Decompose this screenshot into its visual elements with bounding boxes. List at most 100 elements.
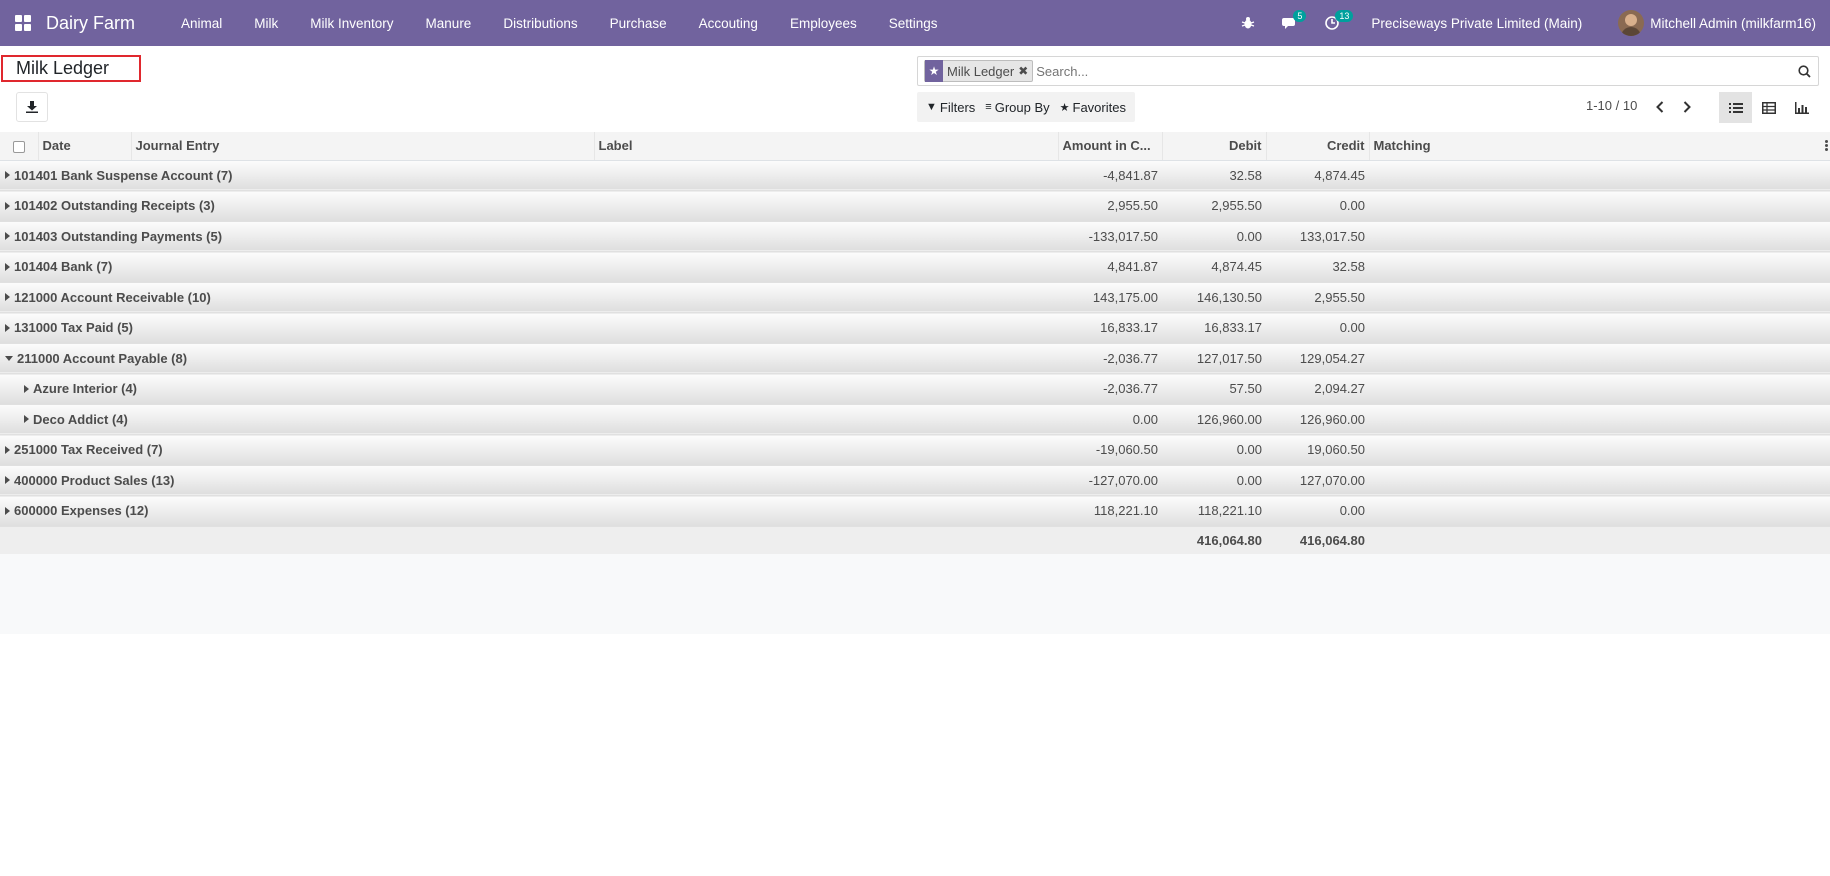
column-header-date[interactable]: Date: [38, 132, 132, 161]
company-switcher[interactable]: Preciseways Private Limited (Main): [1371, 16, 1582, 31]
filters-label: Filters: [939, 99, 976, 115]
subgroup-row[interactable]: Azure Interior (4) -2,036.77 57.50 2,094.27: [0, 373, 1830, 405]
user-menu[interactable]: Mitchell Admin (milkfarm16): [1618, 10, 1816, 36]
group-credit: 19,060.50: [1266, 434, 1369, 466]
group-debit: 16,833.17: [1162, 312, 1266, 344]
group-name-cell: 251000 Tax Received (7): [0, 434, 1058, 466]
group-name-cell: 211000 Account Payable (8): [0, 343, 1058, 374]
search-bar: ★ Milk Ledger ✖: [917, 56, 1819, 86]
group-row[interactable]: 131000 Tax Paid (5) 16,833.17 16,833.17 0.0…: [0, 312, 1830, 344]
menu-item-accouting[interactable]: Accouting: [683, 16, 774, 31]
caret-right-icon: [5, 323, 10, 332]
column-header-matching[interactable]: Matching: [1369, 132, 1830, 161]
menu-item-employees[interactable]: Employees: [774, 16, 873, 31]
group-credit: 127,070.00: [1266, 465, 1369, 496]
group-name: Azure Interior (4): [33, 381, 138, 397]
menu-item-animal[interactable]: Animal: [165, 16, 238, 31]
select-all-cell: [0, 132, 39, 161]
app-brand[interactable]: Dairy Farm: [46, 13, 135, 34]
pager-previous-button[interactable]: [1649, 96, 1671, 118]
group-row[interactable]: 101403 Outstanding Payments (5) -133,017.…: [0, 221, 1830, 252]
table-footer-totals: 416,064.80 416,064.80: [0, 526, 1830, 554]
group-row[interactable]: 600000 Expenses (12) 118,221.10 118,221.10…: [0, 495, 1830, 527]
group-amount-currency: 16,833.17: [1058, 312, 1162, 344]
search-input[interactable]: [1036, 58, 1790, 84]
caret-right-icon: [5, 445, 10, 454]
caret-right-icon: [5, 293, 10, 302]
menu-item-manure[interactable]: Manure: [410, 16, 488, 31]
group-credit: 133,017.50: [1266, 221, 1369, 252]
group-matching: [1369, 251, 1830, 283]
group-amount-currency: -4,841.87: [1058, 160, 1162, 191]
search-button[interactable]: [1790, 57, 1818, 85]
filters-button[interactable]: ▼ Filters: [921, 92, 980, 122]
group-matching: [1369, 373, 1830, 405]
menu-item-milk[interactable]: Milk: [238, 16, 294, 31]
search-facet: ★ Milk Ledger ✖: [924, 60, 1034, 82]
app-menu-button[interactable]: [0, 0, 46, 46]
column-header-credit[interactable]: Credit: [1266, 132, 1370, 161]
pager-next-button[interactable]: [1676, 96, 1698, 118]
column-header-journal-entry[interactable]: Journal Entry: [131, 132, 595, 161]
caret-right-icon: [24, 415, 29, 424]
group-credit: 0.00: [1266, 312, 1369, 344]
navbar-systray: 5 13 Preciseways Private Limited (Main) …: [1227, 0, 1830, 46]
table-icon: [1761, 101, 1776, 114]
chevron-right-icon: [1683, 101, 1691, 113]
list-view-button[interactable]: [1719, 92, 1752, 123]
activities-button[interactable]: 13: [1317, 0, 1354, 46]
menu-item-settings[interactable]: Settings: [873, 16, 954, 31]
group-name: 101401 Bank Suspense Account (7): [14, 167, 233, 183]
group-name: 101402 Outstanding Receipts (3): [14, 198, 215, 214]
search-options: ▼ Filters ≡ Group By ★ Favorites: [917, 92, 1135, 122]
favorite-star-icon: ★: [1059, 101, 1070, 114]
group-credit: 2,955.50: [1266, 282, 1369, 313]
group-row[interactable]: 101401 Bank Suspense Account (7) -4,841.8…: [0, 160, 1830, 191]
table-header-row: Date Journal Entry Label Amount in C... …: [0, 132, 1830, 161]
group-amount-currency: -133,017.50: [1058, 221, 1162, 252]
column-header-matching-label: Matching: [1373, 138, 1431, 154]
export-button[interactable]: [16, 92, 48, 122]
group-amount-currency: -127,070.00: [1058, 465, 1162, 496]
group-debit: 32.58: [1162, 160, 1266, 191]
column-header-label[interactable]: Label: [594, 132, 1059, 161]
caret-down-icon: [5, 355, 13, 361]
list-view: Date Journal Entry Label Amount in C... …: [0, 132, 1830, 554]
footer-spacer: [0, 526, 1162, 554]
subgroup-row[interactable]: Deco Addict (4) 0.00 126,960.00 126,960.00: [0, 404, 1830, 435]
menu-item-distributions[interactable]: Distributions: [487, 16, 593, 31]
remove-facet-icon[interactable]: ✖: [1018, 64, 1032, 78]
group-name: 101403 Outstanding Payments (5): [14, 228, 223, 244]
caret-right-icon: [5, 232, 10, 241]
pivot-view-button[interactable]: [1752, 92, 1785, 123]
group-row[interactable]: 211000 Account Payable (8) -2,036.77 127,0…: [0, 343, 1830, 374]
group-row[interactable]: 400000 Product Sales (13) -127,070.00 0.00…: [0, 465, 1830, 496]
star-icon: ★: [925, 60, 943, 82]
select-all-checkbox[interactable]: [12, 140, 25, 153]
group-matching: [1369, 190, 1830, 222]
optional-columns-icon[interactable]: [1825, 140, 1828, 152]
column-header-debit[interactable]: Debit: [1162, 132, 1267, 161]
caret-right-icon: [5, 262, 10, 271]
debug-bug-icon[interactable]: [1233, 0, 1263, 46]
group-row[interactable]: 121000 Account Receivable (10) 143,175.00…: [0, 282, 1830, 313]
favorites-button[interactable]: ★ Favorites: [1055, 92, 1131, 122]
pager-value[interactable]: 1-10 / 10: [1586, 98, 1637, 113]
caret-right-icon: [5, 476, 10, 485]
main-menu: Animal Milk Milk Inventory Manure Distri…: [165, 16, 954, 31]
group-row[interactable]: 101404 Bank (7) 4,841.87 4,874.45 32.58: [0, 251, 1830, 283]
group-by-button[interactable]: ≡ Group By: [980, 92, 1054, 122]
group-matching: [1369, 434, 1830, 466]
menu-item-purchase[interactable]: Purchase: [594, 16, 683, 31]
group-name: 400000 Product Sales (13): [14, 472, 175, 488]
column-header-amount-currency[interactable]: Amount in C...: [1058, 132, 1163, 161]
user-name: Mitchell Admin (milkfarm16): [1650, 15, 1816, 31]
group-name-cell: 101404 Bank (7): [0, 251, 1058, 283]
group-credit: 0.00: [1266, 190, 1369, 222]
messages-button[interactable]: 5: [1275, 0, 1307, 46]
ledger-table: Date Journal Entry Label Amount in C... …: [0, 132, 1830, 554]
group-row[interactable]: 101402 Outstanding Receipts (3) 2,955.50 2…: [0, 190, 1830, 222]
menu-item-milk-inventory[interactable]: Milk Inventory: [294, 16, 409, 31]
group-row[interactable]: 251000 Tax Received (7) -19,060.50 0.00 19,…: [0, 434, 1830, 466]
graph-view-button[interactable]: [1785, 92, 1818, 123]
